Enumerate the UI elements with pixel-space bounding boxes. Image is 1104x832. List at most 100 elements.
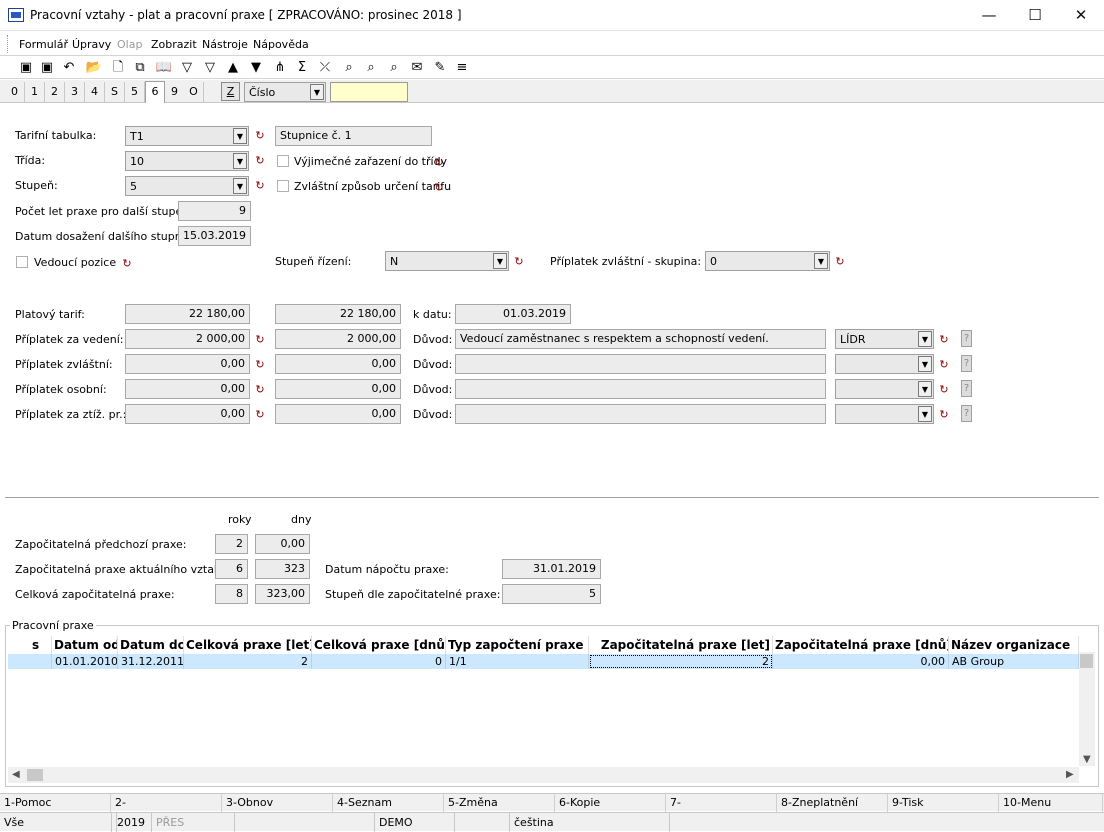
table-cell[interactable]: 01.01.2010 bbox=[52, 654, 118, 669]
help-button[interactable]: ? bbox=[961, 330, 972, 347]
tab-s[interactable]: S bbox=[105, 82, 125, 102]
column-header[interactable]: s bbox=[30, 636, 52, 654]
table-cell[interactable]: 0,00 bbox=[773, 654, 949, 669]
fkey-7[interactable]: 7- bbox=[666, 794, 777, 812]
refresh-icon[interactable]: ↻ bbox=[254, 180, 266, 192]
horizontal-scroll-thumb[interactable] bbox=[27, 769, 43, 781]
column-header[interactable]: Započitatelná praxe [let] bbox=[589, 636, 773, 654]
menu-zobrazit[interactable]: Zobrazit bbox=[151, 38, 197, 51]
column-header[interactable]: Celková praxe [let] bbox=[184, 636, 312, 654]
special-tariff-checkbox[interactable] bbox=[277, 180, 289, 192]
column-header[interactable]: Typ započtení praxe bbox=[446, 636, 589, 654]
refresh-icon[interactable]: ↻ bbox=[254, 384, 266, 396]
fkey-8[interactable]: 8-Zneplatnění bbox=[777, 794, 888, 812]
refresh-icon[interactable]: ↻ bbox=[254, 334, 266, 346]
vertical-scrollbar[interactable] bbox=[1079, 652, 1095, 766]
fkey-6[interactable]: 6-Kopie bbox=[555, 794, 666, 812]
menu-formular[interactable]: Formulář bbox=[19, 38, 68, 51]
fkey-9[interactable]: 9-Tisk bbox=[888, 794, 999, 812]
exceptional-checkbox[interactable] bbox=[277, 155, 289, 167]
tab-o[interactable]: O bbox=[184, 82, 204, 102]
help-button[interactable]: ? bbox=[961, 355, 972, 372]
refresh-icon[interactable]: ↻ bbox=[513, 256, 525, 268]
fkey-1[interactable]: 1-Pomoc bbox=[0, 794, 111, 812]
tab-9[interactable]: 9 bbox=[165, 82, 185, 102]
find-icon[interactable]: ⌕ bbox=[339, 58, 359, 78]
tab-3[interactable]: 3 bbox=[65, 82, 85, 102]
tab-5[interactable]: 5 bbox=[125, 82, 145, 102]
refresh-icon[interactable]: ↻ bbox=[834, 256, 846, 268]
save-icon[interactable]: ▣ bbox=[16, 58, 36, 78]
refresh-icon[interactable]: ↻ bbox=[433, 157, 445, 169]
column-header[interactable]: Název organizace bbox=[949, 636, 1079, 654]
book-icon[interactable]: 📖 bbox=[154, 58, 174, 78]
tree-filter-icon[interactable]: ⋔ bbox=[270, 58, 290, 78]
menu-upravy[interactable]: Úpravy bbox=[72, 38, 111, 51]
table-cell[interactable] bbox=[30, 654, 52, 669]
refresh-icon[interactable]: ↻ bbox=[938, 384, 950, 396]
tab-2[interactable]: 2 bbox=[45, 82, 65, 102]
menu-icon[interactable]: ≡ bbox=[452, 58, 472, 78]
help-button[interactable]: ? bbox=[961, 405, 972, 422]
table-row[interactable]: 01.01.2010 31.12.2011 2 0 1/1 2 0,00 AB Group bbox=[8, 654, 1079, 669]
z-button[interactable]: Z bbox=[221, 82, 240, 101]
help-button[interactable]: ? bbox=[961, 380, 972, 397]
refresh-icon[interactable]: ↻ bbox=[121, 258, 133, 270]
table-cell[interactable]: 2 bbox=[184, 654, 312, 669]
reason-code-select[interactable]: ▼ bbox=[835, 379, 934, 399]
column-header[interactable]: Datum do bbox=[118, 636, 184, 654]
table-cell[interactable]: 0 bbox=[312, 654, 446, 669]
quick-search-input[interactable] bbox=[330, 82, 408, 102]
tab-4[interactable]: 4 bbox=[85, 82, 105, 102]
horizontal-scrollbar[interactable] bbox=[8, 767, 1079, 783]
refresh-icon[interactable]: ↻ bbox=[938, 334, 950, 346]
grade-select[interactable]: 5 ▼ bbox=[125, 176, 249, 196]
tab-0[interactable]: 0 bbox=[5, 82, 25, 102]
sort-select[interactable]: Číslo ▼ bbox=[244, 82, 326, 102]
reason-code-select[interactable]: ▼ bbox=[835, 404, 934, 424]
mail-icon[interactable]: ✉ bbox=[407, 58, 427, 78]
column-header[interactable]: Započitatelná praxe [dnů] bbox=[773, 636, 949, 654]
fkey-5[interactable]: 5-Změna bbox=[444, 794, 555, 812]
fkey-10[interactable]: 10-Menu bbox=[999, 794, 1103, 812]
clear-filter-icon[interactable]: ⤫ bbox=[315, 58, 335, 78]
lead-position-checkbox[interactable] bbox=[16, 256, 28, 268]
refresh-icon[interactable]: ↻ bbox=[254, 359, 266, 371]
table-cell[interactable]: 31.12.2011 bbox=[118, 654, 184, 669]
filter-icon[interactable]: ▽ bbox=[177, 58, 197, 78]
refresh-icon[interactable]: ↻ bbox=[938, 409, 950, 421]
menu-nastroje[interactable]: Nástroje bbox=[202, 38, 248, 51]
fkey-4[interactable]: 4-Seznam bbox=[333, 794, 444, 812]
sum-icon[interactable]: Σ bbox=[292, 58, 312, 78]
refresh-icon[interactable]: ↻ bbox=[938, 359, 950, 371]
refresh-icon[interactable]: ↻ bbox=[433, 182, 445, 194]
class-select[interactable]: 10 ▼ bbox=[125, 151, 249, 171]
menu-napoveda[interactable]: Nápověda bbox=[253, 38, 309, 51]
vertical-scroll-thumb[interactable] bbox=[1080, 654, 1093, 668]
table-cell[interactable]: 2 bbox=[589, 654, 773, 669]
arrow-down-icon[interactable]: ▼ bbox=[246, 58, 266, 78]
tab-1[interactable]: 1 bbox=[25, 82, 45, 102]
close-button[interactable]: ✕ bbox=[1058, 0, 1104, 31]
scroll-down-icon[interactable]: ▼ bbox=[1083, 754, 1091, 765]
refresh-icon[interactable]: ↻ bbox=[254, 155, 266, 167]
arrow-up-icon[interactable]: ▲ bbox=[223, 58, 243, 78]
new-page-icon[interactable]: 🗋 bbox=[108, 58, 128, 78]
refresh-icon[interactable]: ↻ bbox=[254, 409, 266, 421]
reason-code-select[interactable]: ▼ bbox=[835, 354, 934, 374]
mgmt-level-select[interactable]: N ▼ bbox=[385, 251, 509, 271]
table-cell[interactable]: 1/1 bbox=[446, 654, 589, 669]
maximize-button[interactable]: ☐ bbox=[1012, 0, 1058, 31]
table-cell[interactable]: AB Group bbox=[949, 654, 1079, 669]
scroll-left-icon[interactable]: ◀ bbox=[12, 769, 20, 780]
reason-code-select[interactable]: LÍDR ▼ bbox=[835, 329, 934, 349]
notes-icon[interactable]: ✎ bbox=[430, 58, 450, 78]
special-group-select[interactable]: 0 ▼ bbox=[705, 251, 830, 271]
open-folder-icon[interactable]: 📂 bbox=[84, 58, 104, 78]
column-header[interactable]: Datum od bbox=[52, 636, 118, 654]
find-all-icon[interactable]: ⌕ bbox=[384, 58, 404, 78]
tarif-table-select[interactable]: T1 ▼ bbox=[125, 126, 249, 146]
minimize-button[interactable]: — bbox=[966, 0, 1012, 31]
tab-6[interactable]: 6 bbox=[145, 81, 165, 103]
filter-clear-icon[interactable]: ▽ bbox=[200, 58, 220, 78]
